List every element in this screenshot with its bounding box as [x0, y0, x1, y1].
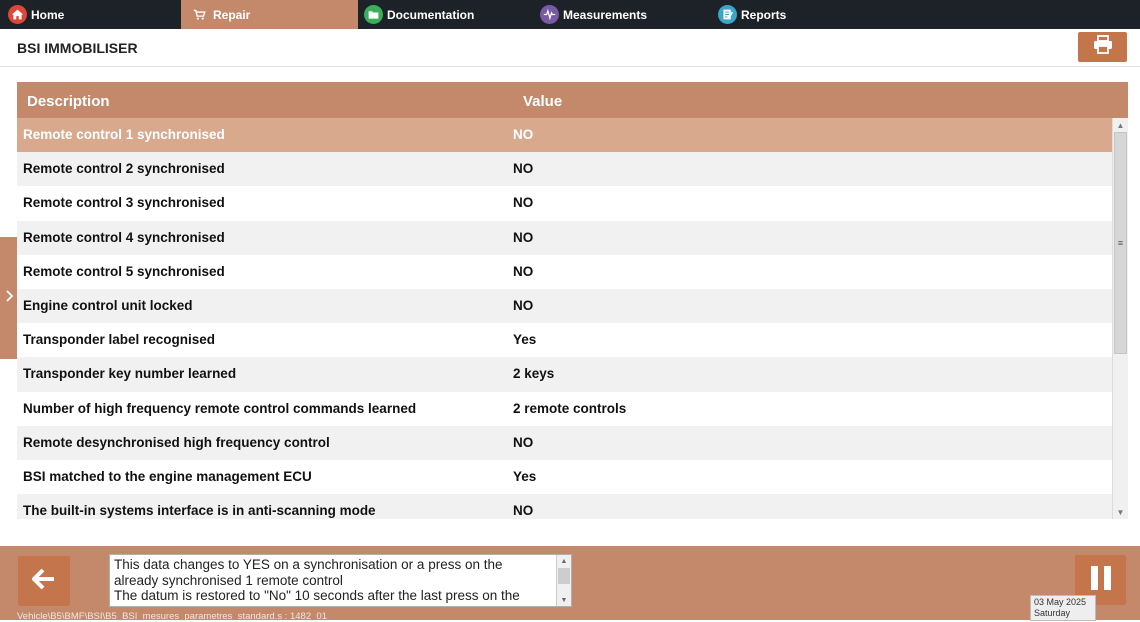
file-path: Vehicle\B5\BMF\BSI\B5_BSI_mesures_parame…	[17, 611, 327, 622]
date-text: 03 May 2025	[1034, 597, 1087, 607]
tab-measurements[interactable]: Measurements	[540, 0, 710, 29]
table-row[interactable]: Remote control 3 synchronised NO	[17, 186, 1112, 221]
page-title: BSI IMMOBILISER	[17, 40, 138, 56]
scroll-up-icon[interactable]: ▲	[1113, 118, 1128, 132]
side-panel-toggle[interactable]	[0, 237, 17, 359]
row-description: Remote control 3 synchronised	[23, 195, 225, 211]
row-description: Transponder key number learned	[23, 366, 237, 382]
tab-reports[interactable]: Reports	[718, 0, 888, 29]
row-description: Remote control 5 synchronised	[23, 263, 225, 279]
tab-documentation[interactable]: Documentation	[364, 0, 534, 29]
row-value: NO	[513, 503, 534, 519]
arrow-left-icon	[31, 568, 56, 595]
row-description: Transponder label recognised	[23, 332, 216, 348]
scroll-down-icon[interactable]: ▼	[1113, 505, 1128, 519]
table-row[interactable]: Remote control 4 synchronised NO	[17, 220, 1112, 255]
table-row[interactable]: Remote desynchronised high frequency con…	[17, 425, 1112, 460]
help-text: This data changes to YES on a synchronis…	[114, 557, 554, 604]
back-button[interactable]	[18, 556, 70, 606]
row-description: Engine control unit locked	[23, 297, 193, 313]
row-description: Remote desynchronised high frequency con…	[23, 434, 330, 450]
row-description: Remote control 1 synchronised	[23, 127, 225, 142]
tab-home-label: Home	[31, 7, 65, 22]
scroll-down-icon[interactable]: ▼	[557, 594, 571, 606]
table-header: Description Value	[17, 82, 1128, 118]
tab-repair[interactable]: Repair	[181, 0, 358, 29]
printer-icon	[1092, 34, 1114, 60]
tab-reports-label: Reports	[741, 7, 787, 22]
row-value: NO	[513, 161, 534, 177]
help-line: The datum is restored to "No" 10 seconds…	[114, 588, 520, 603]
column-header-description: Description	[27, 93, 110, 110]
row-value: NO	[513, 127, 534, 142]
print-button[interactable]	[1078, 32, 1127, 62]
column-header-value: Value	[523, 93, 563, 110]
help-line: already synchronised 1 remote control	[114, 572, 343, 588]
row-description: The built-in systems interface is in ant…	[23, 503, 376, 519]
table-row[interactable]: Engine control unit locked NO	[17, 288, 1112, 324]
tab-measurements-label: Measurements	[563, 7, 648, 22]
table-row[interactable]: Number of high frequency remote control …	[17, 391, 1112, 426]
help-text-box[interactable]: This data changes to YES on a synchronis…	[109, 554, 572, 607]
help-scroll-thumb[interactable]	[558, 568, 570, 584]
row-description: Number of high frequency remote control …	[23, 400, 417, 416]
scroll-thumb[interactable]: ≡	[1114, 132, 1127, 354]
tab-repair-label: Repair	[213, 7, 251, 22]
day-text: Saturday	[1034, 608, 1071, 618]
footer-bar: This data changes to YES on a synchronis…	[0, 546, 1140, 622]
row-description: BSI matched to the engine management ECU	[23, 468, 312, 484]
row-value: Yes	[513, 332, 537, 348]
home-icon	[8, 5, 27, 24]
folder-icon	[364, 5, 383, 24]
row-description: Remote control 4 synchronised	[23, 229, 225, 245]
parameters-table: Description Value Remote control 1 synch…	[17, 82, 1128, 519]
page-header: BSI IMMOBILISER	[0, 29, 1140, 67]
table-row[interactable]: BSI matched to the engine management ECU…	[17, 459, 1112, 495]
table-row[interactable]: Transponder key number learned 2 keys	[17, 357, 1112, 392]
tab-home[interactable]: Home	[8, 0, 178, 29]
row-value: NO	[513, 297, 534, 313]
table-scrollbar[interactable]: ▲ ≡ ▼	[1112, 118, 1128, 519]
chevron-right-icon	[5, 289, 13, 307]
table-row[interactable]: Remote control 5 synchronised NO	[17, 254, 1112, 289]
waveform-icon	[540, 5, 559, 24]
scroll-up-icon[interactable]: ▲	[557, 555, 571, 567]
help-scrollbar[interactable]: ▲ ▼	[556, 555, 571, 606]
date-display: 03 May 2025 Saturday	[1030, 595, 1096, 621]
cart-icon	[190, 5, 209, 24]
table-row[interactable]: Remote control 1 synchronised NO	[17, 118, 1112, 153]
row-value: NO	[513, 434, 534, 450]
table-body: Remote control 1 synchronised NO Remote co…	[17, 118, 1112, 519]
tab-documentation-label: Documentation	[387, 7, 475, 22]
help-line: This data changes to YES on a synchronis…	[114, 557, 503, 572]
row-value: Yes	[513, 468, 537, 484]
pause-icon	[1089, 565, 1113, 596]
report-icon	[718, 5, 737, 24]
row-value: 2 remote controls	[513, 400, 627, 416]
row-value: NO	[513, 195, 534, 211]
row-value: NO	[513, 263, 534, 279]
table-row[interactable]: Transponder label recognised Yes	[17, 323, 1112, 358]
table-row[interactable]: The built-in systems interface is in ant…	[17, 494, 1112, 519]
top-navigation: Home Repair Documentation Measurements R…	[0, 0, 1140, 29]
row-value: 2 keys	[513, 366, 555, 382]
row-value: NO	[513, 229, 534, 245]
row-description: Remote control 2 synchronised	[23, 161, 225, 177]
table-row[interactable]: Remote control 2 synchronised NO	[17, 152, 1112, 187]
